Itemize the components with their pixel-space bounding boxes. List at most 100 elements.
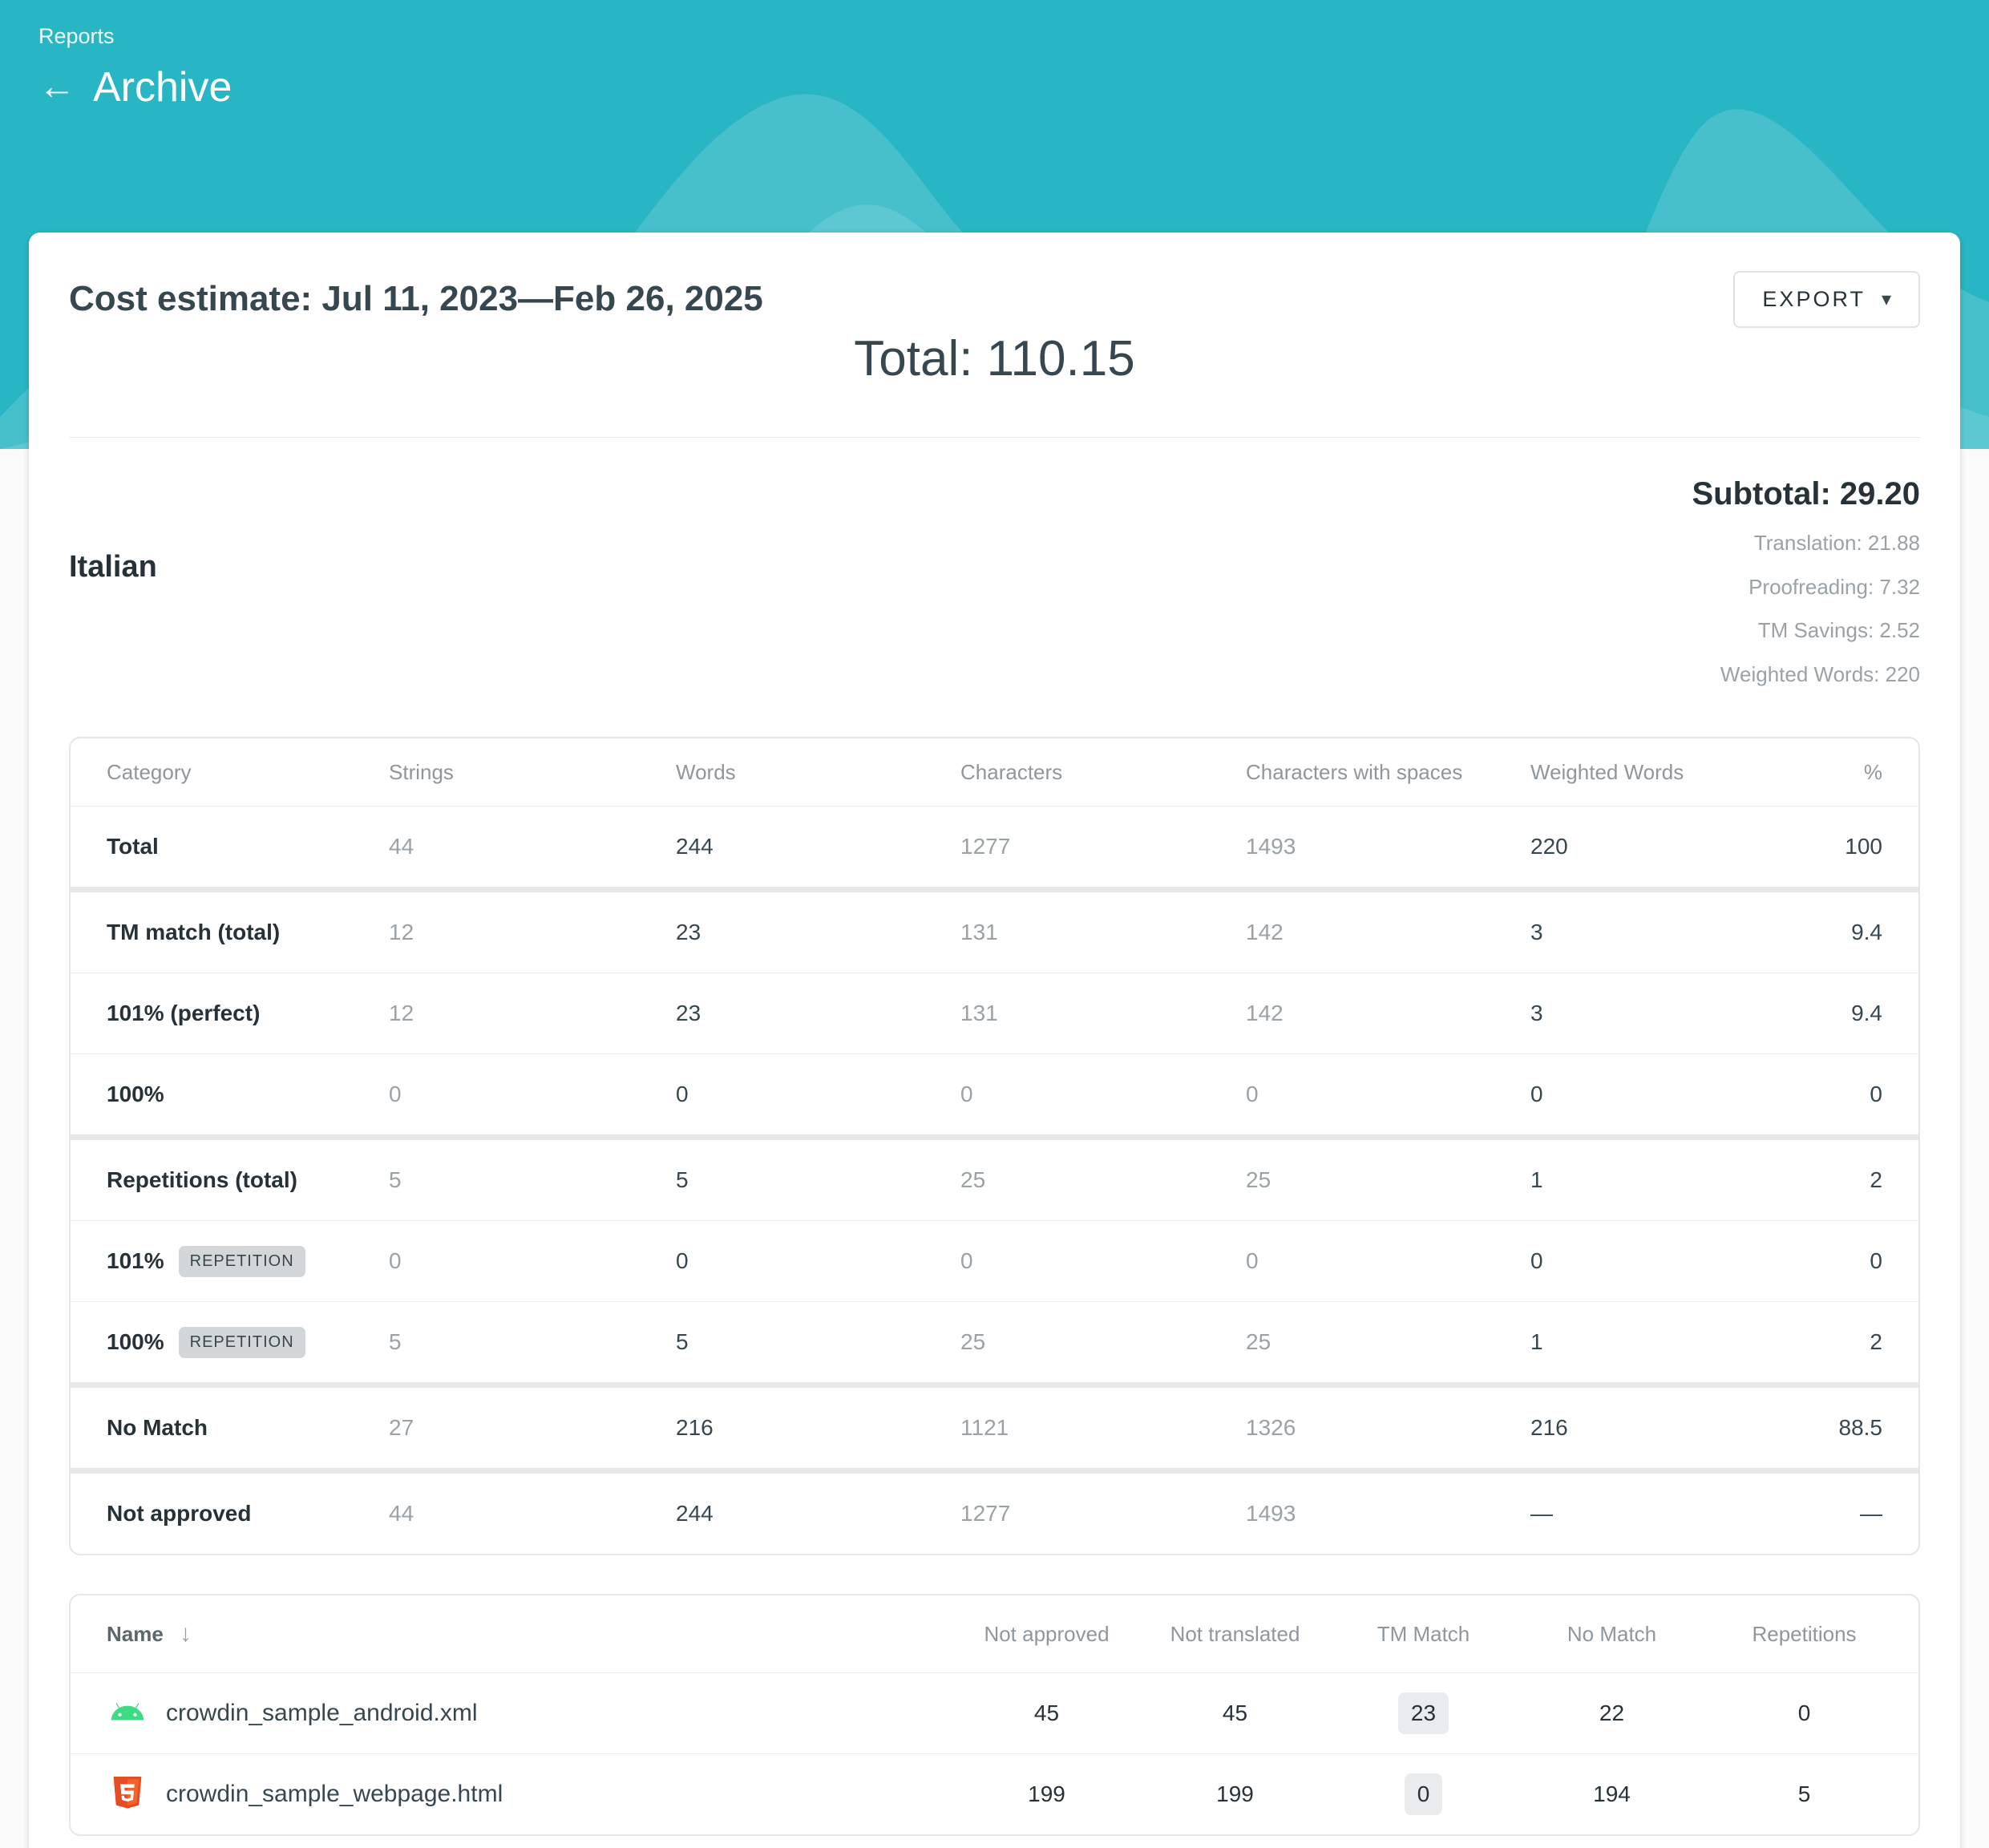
cell-characters-with-spaces: 25 — [1246, 1329, 1530, 1355]
repetition-badge: REPETITION — [179, 1327, 305, 1358]
row-category: 101% (perfect) — [107, 1001, 389, 1026]
cell-words: 0 — [676, 1082, 960, 1107]
cell-words: 5 — [676, 1329, 960, 1355]
col-header-name[interactable]: Name ↓ — [107, 1620, 952, 1648]
cell-words: 5 — [676, 1167, 960, 1193]
cell-characters: 1277 — [960, 834, 1246, 859]
col-header-category: Category — [107, 760, 389, 785]
cell-weighted-words: — — [1530, 1501, 1762, 1527]
cost-table: Category Strings Words Characters Charac… — [69, 737, 1920, 1555]
cell-characters-with-spaces: 142 — [1246, 920, 1530, 945]
row-category: 101% REPETITION — [107, 1246, 389, 1277]
cell-weighted-words: 1 — [1530, 1329, 1762, 1355]
cell-not-approved: 45 — [952, 1700, 1141, 1726]
col-header-tm-match[interactable]: TM Match — [1329, 1622, 1518, 1647]
file-row-webpage[interactable]: crowdin_sample_webpage.html 199 199 0 19… — [71, 1754, 1918, 1834]
col-header-strings: Strings — [389, 760, 676, 785]
col-header-percent: % — [1762, 760, 1882, 785]
cell-strings: 0 — [389, 1082, 676, 1107]
cell-weighted-words: 3 — [1530, 920, 1762, 945]
cell-repetitions: 5 — [1706, 1781, 1902, 1807]
breakdown-proofreading: Proofreading: 7.32 — [1692, 574, 1920, 600]
subtotal-block: Subtotal: 29.20 Translation: 21.88 Proof… — [1692, 476, 1920, 687]
col-header-name-label: Name — [107, 1622, 164, 1647]
table-row-no-match: No Match 27 216 1121 1326 216 88.5 — [71, 1388, 1918, 1468]
table-row-total: Total 44 244 1277 1493 220 100 — [71, 807, 1918, 887]
cell-weighted-words: 3 — [1530, 1001, 1762, 1026]
row-category-label: 101% — [107, 1248, 164, 1274]
breadcrumb[interactable]: Reports — [38, 24, 1951, 49]
cell-characters-with-spaces: 1493 — [1246, 834, 1530, 859]
table-row-101-perfect: 101% (perfect) 12 23 131 142 3 9.4 — [71, 973, 1918, 1053]
cell-strings: 44 — [389, 1501, 676, 1527]
breakdown-weighted-words: Weighted Words: 220 — [1692, 661, 1920, 688]
section-divider — [69, 437, 1920, 438]
cell-percent: 9.4 — [1762, 920, 1882, 945]
cell-percent: 2 — [1762, 1167, 1882, 1193]
cost-table-header: Category Strings Words Characters Charac… — [71, 738, 1918, 806]
cell-no-match: 194 — [1518, 1781, 1706, 1807]
table-row-100-repetition: 100% REPETITION 5 5 25 25 1 2 — [71, 1302, 1918, 1382]
cell-percent: 88.5 — [1762, 1415, 1882, 1441]
row-category: Repetitions (total) — [107, 1167, 389, 1193]
file-name-cell[interactable]: crowdin_sample_android.xml — [107, 1692, 952, 1734]
cell-characters: 0 — [960, 1082, 1246, 1107]
repetition-badge: REPETITION — [179, 1246, 305, 1277]
cell-percent: 2 — [1762, 1329, 1882, 1355]
sort-desc-icon: ↓ — [180, 1620, 192, 1648]
col-header-repetitions[interactable]: Repetitions — [1706, 1622, 1902, 1647]
subtotal: Subtotal: 29.20 — [1692, 476, 1920, 512]
cell-tm-match: 23 — [1329, 1692, 1518, 1734]
file-name: crowdin_sample_webpage.html — [166, 1781, 503, 1808]
col-header-not-translated[interactable]: Not translated — [1141, 1622, 1329, 1647]
cell-strings: 27 — [389, 1415, 676, 1441]
files-table-header: Name ↓ Not approved Not translated TM Ma… — [71, 1595, 1918, 1672]
cell-tm-match: 0 — [1329, 1773, 1518, 1815]
cell-percent: 0 — [1762, 1248, 1882, 1274]
cell-percent: 0 — [1762, 1082, 1882, 1107]
cell-weighted-words: 220 — [1530, 834, 1762, 859]
tm-match-badge: 23 — [1398, 1692, 1449, 1734]
col-header-words: Words — [676, 760, 960, 785]
tm-match-badge: 0 — [1405, 1773, 1443, 1815]
table-row-tm-match-total: TM match (total) 12 23 131 142 3 9.4 — [71, 892, 1918, 973]
cell-words: 23 — [676, 920, 960, 945]
cell-characters-with-spaces: 142 — [1246, 1001, 1530, 1026]
cell-characters: 131 — [960, 1001, 1246, 1026]
col-header-weighted-words: Weighted Words — [1530, 760, 1762, 785]
cell-weighted-words: 0 — [1530, 1082, 1762, 1107]
file-name-cell[interactable]: crowdin_sample_webpage.html — [107, 1773, 952, 1815]
cell-weighted-words: 0 — [1530, 1248, 1762, 1274]
cell-characters: 1277 — [960, 1501, 1246, 1527]
back-arrow-icon[interactable]: ← — [38, 67, 75, 104]
table-row-repetitions-total: Repetitions (total) 5 5 25 25 1 2 — [71, 1140, 1918, 1220]
col-header-characters-with-spaces: Characters with spaces — [1246, 760, 1530, 785]
cell-repetitions: 0 — [1706, 1700, 1902, 1726]
cell-percent: — — [1762, 1501, 1882, 1527]
cell-strings: 5 — [389, 1167, 676, 1193]
cell-characters-with-spaces: 0 — [1246, 1082, 1530, 1107]
cell-no-match: 22 — [1518, 1700, 1706, 1726]
col-header-not-approved[interactable]: Not approved — [952, 1622, 1141, 1647]
cell-characters-with-spaces: 1326 — [1246, 1415, 1530, 1441]
col-header-no-match[interactable]: No Match — [1518, 1622, 1706, 1647]
row-category: 100% REPETITION — [107, 1327, 389, 1358]
export-button[interactable]: EXPORT ▾ — [1733, 271, 1920, 328]
cell-words: 244 — [676, 834, 960, 859]
report-card: Cost estimate: Jul 11, 2023—Feb 26, 2025… — [29, 233, 1960, 1848]
android-icon — [107, 1692, 148, 1734]
file-row-android[interactable]: crowdin_sample_android.xml 45 45 23 22 0 — [71, 1673, 1918, 1753]
row-category: No Match — [107, 1415, 389, 1441]
table-row-101-repetition: 101% REPETITION 0 0 0 0 0 0 — [71, 1221, 1918, 1301]
report-total: Total: 110.15 — [69, 330, 1920, 387]
html5-icon — [107, 1773, 148, 1815]
cell-percent: 100 — [1762, 834, 1882, 859]
file-name: crowdin_sample_android.xml — [166, 1700, 478, 1727]
cell-weighted-words: 1 — [1530, 1167, 1762, 1193]
cell-percent: 9.4 — [1762, 1001, 1882, 1026]
breakdown-translation: Translation: 21.88 — [1692, 530, 1920, 556]
cell-strings: 12 — [389, 920, 676, 945]
breakdown-tm-savings: TM Savings: 2.52 — [1692, 617, 1920, 644]
export-button-label: EXPORT — [1762, 287, 1866, 312]
cell-weighted-words: 216 — [1530, 1415, 1762, 1441]
